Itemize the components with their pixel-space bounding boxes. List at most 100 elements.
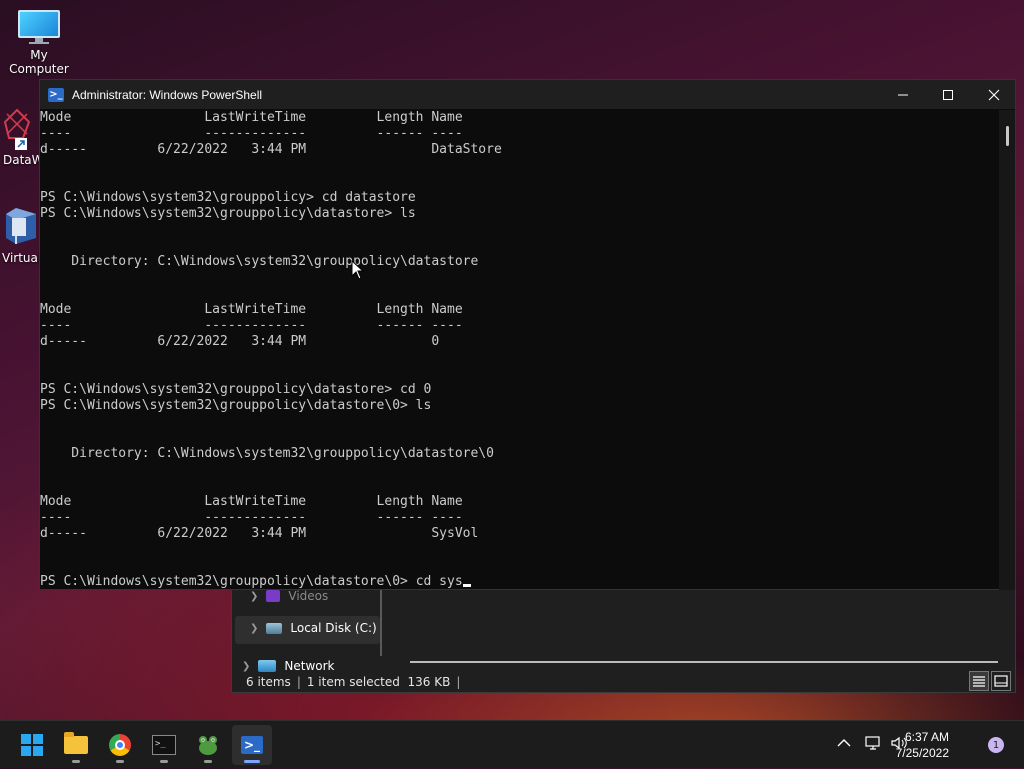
taskbar-frog-app[interactable] <box>188 725 228 765</box>
minimize-icon <box>898 94 908 95</box>
desktop-icon-dataw[interactable]: DataW <box>3 108 44 167</box>
active-indicator <box>244 760 260 763</box>
details-view-button[interactable] <box>969 671 989 691</box>
network-icon <box>258 660 277 672</box>
taskbar: >_ >_ 6:37 AM 7/25/2022 1 <box>0 720 1024 768</box>
drive-icon <box>266 622 283 634</box>
nav-item-videos[interactable]: ❯ Videos <box>250 589 328 603</box>
close-button[interactable] <box>971 80 1017 109</box>
terminal-line: d----- 6/22/2022 3:44 PM 0 <box>40 334 440 349</box>
maximize-icon <box>943 89 953 100</box>
status-separator: | <box>296 675 301 689</box>
large-icons-view-button[interactable] <box>991 671 1011 691</box>
nav-item-network[interactable]: ❯ Network <box>242 659 335 673</box>
scrollbar-thumb[interactable] <box>1006 126 1009 146</box>
terminal-output[interactable]: Mode LastWriteTime Length Name ---- -----… <box>40 110 1000 590</box>
vertical-scrollbar[interactable] <box>999 110 1015 590</box>
pane-divider[interactable] <box>380 586 382 656</box>
network-status-icon[interactable] <box>864 735 882 755</box>
running-indicator <box>116 760 124 763</box>
terminal-line: Directory: C:\Windows\system32\grouppoli… <box>40 254 479 269</box>
nav-item-local-disk[interactable]: ❯ Local Disk (C:) <box>250 621 377 635</box>
desktop-icon-label: My Computer <box>9 48 69 76</box>
windows-logo-icon <box>21 734 43 756</box>
status-item-count: 6 items <box>246 675 291 689</box>
command-input[interactable]: cd sys <box>416 574 463 589</box>
terminal-line: PS C:\Windows\system32\grouppolicy> cd d… <box>40 190 416 205</box>
taskbar-command-prompt[interactable]: >_ <box>144 725 184 765</box>
chrome-icon <box>109 734 131 756</box>
title-bar[interactable]: >_ Administrator: Windows PowerShell <box>40 80 1015 109</box>
running-indicator <box>72 760 80 763</box>
taskbar-powershell[interactable]: >_ <box>232 725 272 765</box>
terminal-line: ---- ------------- ------ ---- <box>40 318 463 333</box>
nav-item-label: Videos <box>288 589 329 603</box>
prompt: PS C:\Windows\system32\grouppolicy\datas… <box>40 574 416 589</box>
powershell-icon: >_ <box>48 87 64 102</box>
terminal-line: d----- 6/22/2022 3:44 PM SysVol <box>40 526 479 541</box>
terminal-line: ---- ------------- ------ ---- <box>40 126 463 141</box>
terminal-line: Mode LastWriteTime Length Name <box>40 110 463 125</box>
status-separator: | <box>456 675 461 689</box>
details-view-icon <box>973 676 985 687</box>
terminal-line: Mode LastWriteTime Length Name <box>40 302 463 317</box>
virtualbox-icon <box>6 208 36 244</box>
dataw-app-icon <box>3 108 31 150</box>
cmd-icon: >_ <box>152 735 176 755</box>
status-bar: 6 items | 1 item selected 136 KB | <box>246 675 460 689</box>
terminal-line: PS C:\Windows\system32\grouppolicy\datas… <box>40 206 416 221</box>
frog-icon <box>199 736 217 755</box>
taskbar-file-explorer[interactable] <box>56 725 96 765</box>
text-cursor <box>462 584 471 587</box>
window-title: Administrator: Windows PowerShell <box>72 87 263 102</box>
videos-icon <box>266 590 281 602</box>
chevron-right-icon[interactable]: ❯ <box>242 661 250 672</box>
folder-icon <box>64 732 88 754</box>
maximize-button[interactable] <box>925 80 971 109</box>
desktop-icon-virtualbox[interactable]: Virtual <box>2 204 42 265</box>
powershell-window[interactable]: >_ Administrator: Windows PowerShell Mod… <box>39 79 1016 590</box>
taskbar-chrome[interactable] <box>100 725 140 765</box>
clock-date: 7/25/2022 <box>895 746 949 760</box>
mouse-pointer-icon <box>351 260 365 280</box>
running-indicator <box>204 760 212 763</box>
nav-item-label: Network <box>284 659 335 673</box>
chevron-right-icon[interactable]: ❯ <box>250 591 258 602</box>
chevron-right-icon[interactable]: ❯ <box>250 623 258 634</box>
prompt-line[interactable]: PS C:\Windows\system32\grouppolicy\datas… <box>40 574 1000 590</box>
terminal-line: PS C:\Windows\system32\grouppolicy\datas… <box>40 398 432 413</box>
status-selection: 1 item selected 136 KB <box>306 675 451 689</box>
terminal-line: ---- ------------- ------ ---- <box>40 510 463 525</box>
monitor-icon <box>18 10 60 44</box>
horizontal-scrollbar[interactable] <box>410 661 998 663</box>
desktop-icon-label: DataW <box>3 153 44 167</box>
file-explorer-window: ❯ Videos ❯ Local Disk (C:) ❯ Network 6 i… <box>231 585 1016 693</box>
notification-badge[interactable]: 1 <box>988 737 1004 753</box>
running-indicator <box>160 760 168 763</box>
terminal-line: PS C:\Windows\system32\grouppolicy\datas… <box>40 382 432 397</box>
start-button[interactable] <box>12 725 52 765</box>
nav-item-label: Local Disk (C:) <box>290 621 377 635</box>
desktop-icon-my-computer[interactable]: My Computer <box>1 10 77 76</box>
minimize-button[interactable] <box>880 80 926 109</box>
chevron-up-icon[interactable] <box>836 737 852 753</box>
terminal-line: Mode LastWriteTime Length Name <box>40 494 463 509</box>
terminal-line: d----- 6/22/2022 3:44 PM DataStore <box>40 142 502 157</box>
desktop-icon-label: Virtual <box>2 251 42 265</box>
clock[interactable]: 6:37 AM 7/25/2022 <box>896 729 949 761</box>
clock-time: 6:37 AM <box>904 730 949 744</box>
tiles-view-icon <box>994 675 1008 687</box>
